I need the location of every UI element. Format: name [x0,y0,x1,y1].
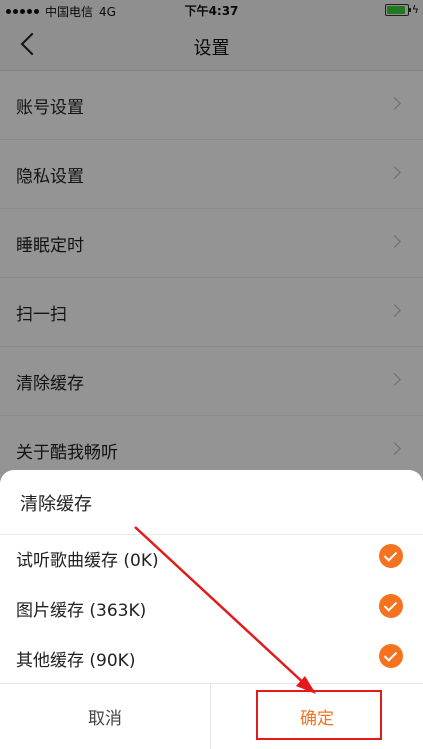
cancel-button[interactable]: 取消 [0,684,210,749]
checkmark-icon[interactable] [379,594,403,618]
cache-option-other[interactable]: 其他缓存 (90K) [0,633,423,683]
annotation-highlight-box [256,690,382,740]
cache-option-label: 试听歌曲缓存 (0K) [16,551,159,571]
cache-option-label: 图片缓存 (363K) [16,601,147,621]
cache-option-label: 其他缓存 (90K) [16,651,136,671]
sheet-title: 清除缓存 [20,494,92,515]
checkmark-icon[interactable] [379,544,403,568]
cache-option-preview-songs[interactable]: 试听歌曲缓存 (0K) [0,533,423,583]
cache-option-images[interactable]: 图片缓存 (363K) [0,583,423,633]
checkmark-icon[interactable] [379,644,403,668]
